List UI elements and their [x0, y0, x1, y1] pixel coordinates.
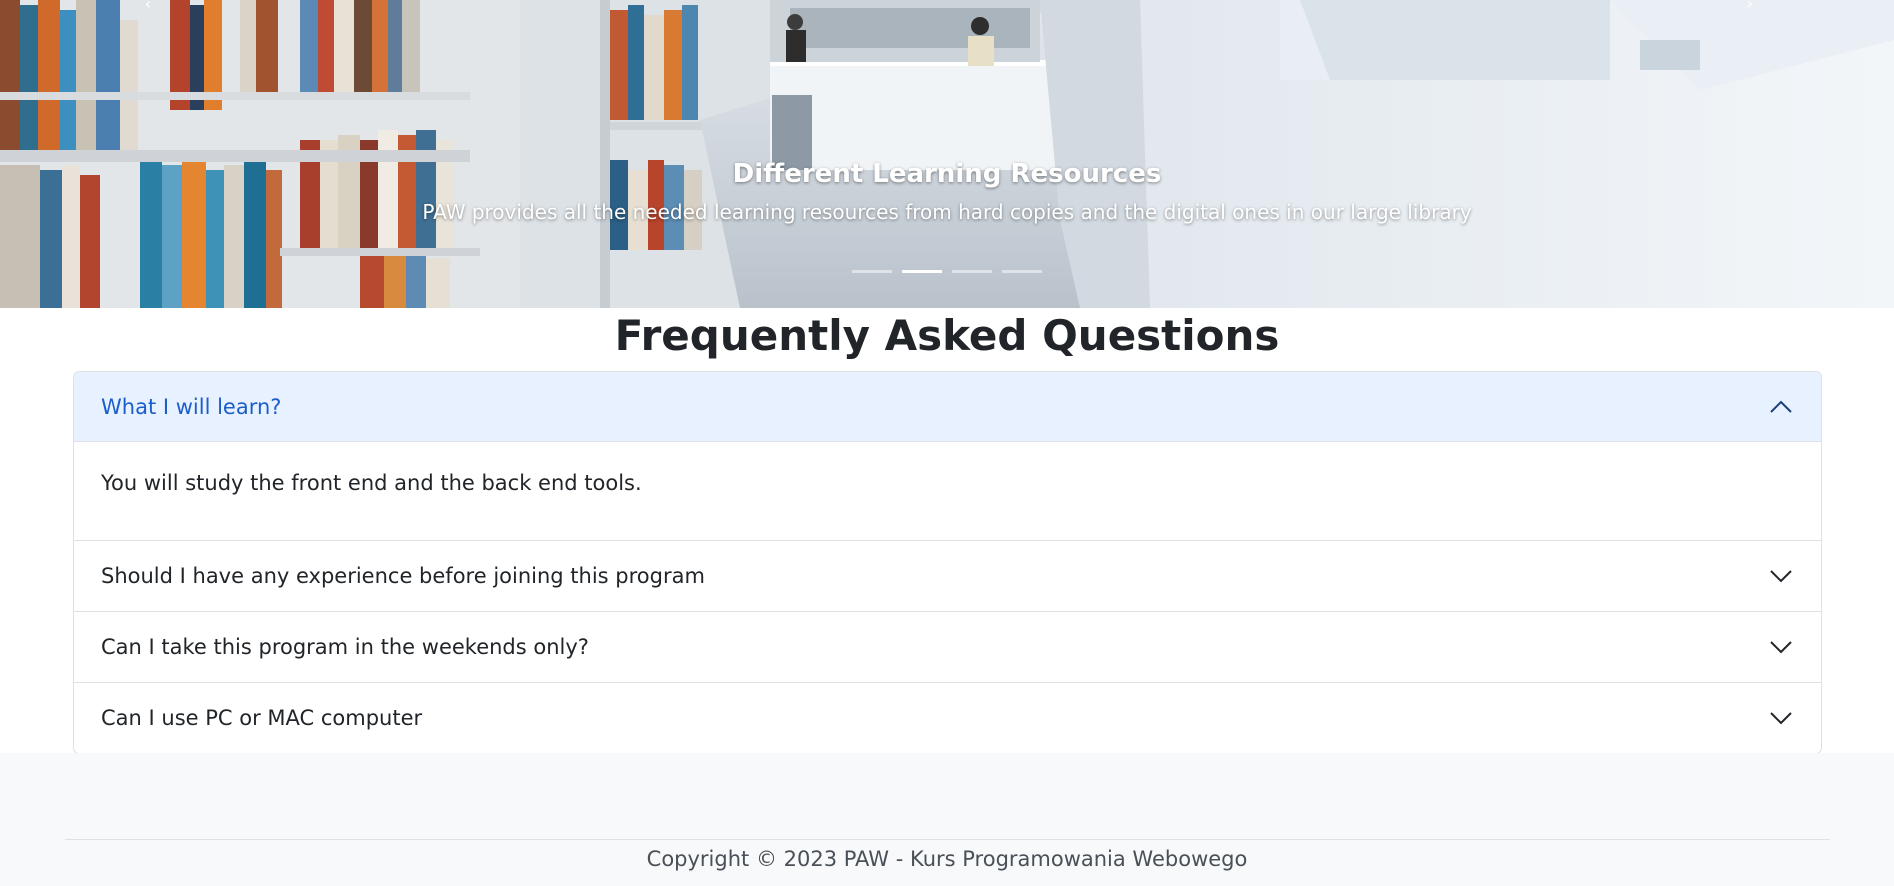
faq-answer: You will study the front end and the bac… [101, 471, 642, 495]
carousel-indicator-3[interactable] [952, 270, 992, 273]
carousel-prev-icon[interactable]: ‹ [138, 0, 158, 14]
chevron-up-icon [1770, 400, 1792, 413]
footer-copyright: Copyright © 2023 PAW - Kurs Programowani… [646, 847, 1248, 871]
faq-question-button[interactable]: What I will learn? [74, 372, 1821, 442]
carousel: ‹ › Different Learning Resources PAW pro… [0, 0, 1894, 308]
carousel-next-icon[interactable]: › [1740, 0, 1760, 14]
chevron-down-icon [1770, 570, 1792, 583]
faq-item: Should I have any experience before join… [74, 540, 1821, 611]
carousel-indicators [0, 270, 1894, 273]
faq-item: Can I take this program in the weekends … [74, 611, 1821, 682]
faq-question: What I will learn? [101, 394, 282, 419]
faq-accordion: What I will learn? You will study the fr… [73, 371, 1822, 754]
faq-question-button[interactable]: Can I use PC or MAC computer [74, 683, 1821, 753]
faq-question: Can I use PC or MAC computer [101, 706, 423, 730]
carousel-caption: Different Learning Resources PAW provide… [0, 155, 1894, 227]
faq-question: Can I take this program in the weekends … [101, 635, 589, 659]
faq-item: Can I use PC or MAC computer [74, 682, 1821, 753]
chevron-down-icon [1770, 641, 1792, 654]
footer-divider [65, 839, 1830, 840]
faq-question: Should I have any experience before join… [101, 564, 705, 588]
carousel-indicator-4[interactable] [1002, 270, 1042, 273]
faq-question-button[interactable]: Should I have any experience before join… [74, 541, 1821, 611]
faq-heading: Frequently Asked Questions [614, 311, 1280, 360]
library-photo [0, 0, 1894, 308]
carousel-indicator-2[interactable] [902, 270, 942, 273]
carousel-indicator-1[interactable] [852, 270, 892, 273]
chevron-down-icon [1770, 712, 1792, 725]
faq-question-button[interactable]: Can I take this program in the weekends … [74, 612, 1821, 682]
carousel-slide-text: PAW provides all the needed learning res… [422, 200, 1472, 224]
carousel-slide-title: Different Learning Resources [732, 159, 1162, 189]
faq-item: What I will learn? You will study the fr… [74, 372, 1821, 540]
footer: Copyright © 2023 PAW - Kurs Programowani… [0, 753, 1894, 886]
